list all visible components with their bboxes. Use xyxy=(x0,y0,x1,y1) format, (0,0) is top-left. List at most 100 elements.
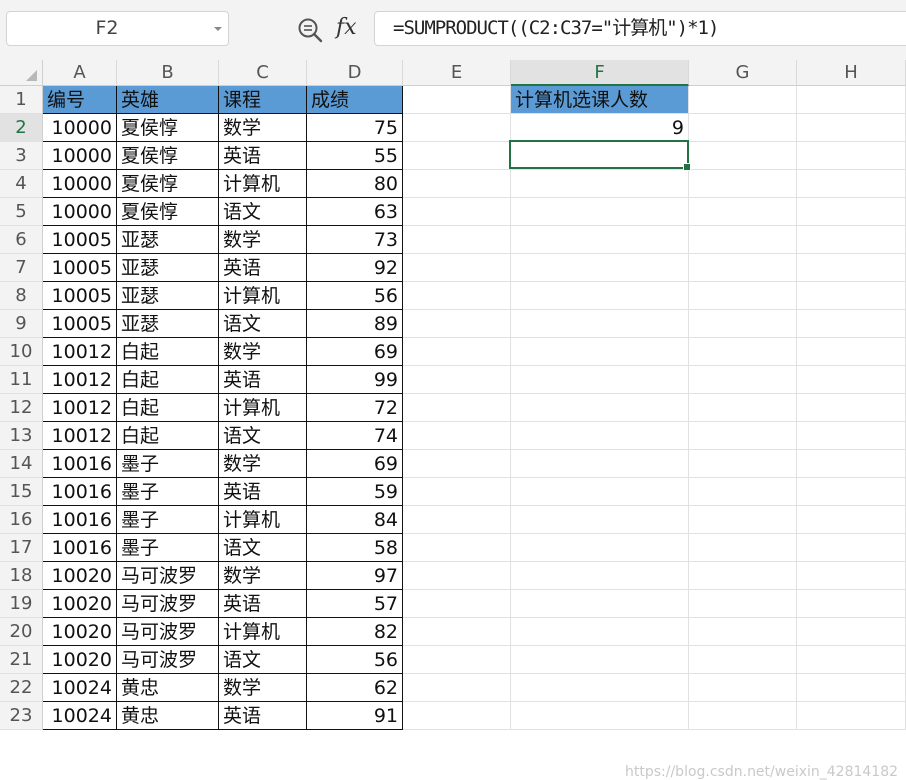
table-cell[interactable]: 84 xyxy=(307,506,403,534)
table-cell[interactable]: 语文 xyxy=(219,534,307,562)
table-cell[interactable]: 58 xyxy=(307,534,403,562)
cell-empty[interactable] xyxy=(403,590,511,618)
cell-empty[interactable] xyxy=(403,226,511,254)
cell-empty[interactable] xyxy=(797,338,906,366)
cell-empty[interactable] xyxy=(689,702,797,730)
table-cell[interactable]: 计算机 xyxy=(219,506,307,534)
cell-empty[interactable] xyxy=(511,562,689,590)
table-cell[interactable]: 56 xyxy=(307,282,403,310)
zoom-formula-icon[interactable] xyxy=(296,16,324,44)
table-cell[interactable]: 计算机 xyxy=(219,282,307,310)
cell-empty[interactable] xyxy=(689,198,797,226)
column-header-c[interactable]: C xyxy=(219,60,307,86)
table-cell[interactable]: 计算机 xyxy=(219,618,307,646)
table-cell[interactable]: 99 xyxy=(307,366,403,394)
table-cell[interactable]: 黄忠 xyxy=(117,702,219,730)
table-cell[interactable]: 夏侯惇 xyxy=(117,114,219,142)
table-cell[interactable]: 63 xyxy=(307,198,403,226)
table-cell[interactable]: 亚瑟 xyxy=(117,254,219,282)
cell-empty[interactable] xyxy=(511,618,689,646)
cell-empty[interactable] xyxy=(689,646,797,674)
table-cell[interactable]: 白起 xyxy=(117,338,219,366)
table-cell[interactable]: 55 xyxy=(307,142,403,170)
table-cell[interactable]: 亚瑟 xyxy=(117,310,219,338)
table-header-cell[interactable]: 课程 xyxy=(219,86,307,114)
cell-empty[interactable] xyxy=(797,562,906,590)
table-cell[interactable]: 10012 xyxy=(43,422,117,450)
table-cell[interactable]: 白起 xyxy=(117,366,219,394)
cell-empty[interactable] xyxy=(797,506,906,534)
table-cell[interactable]: 75 xyxy=(307,114,403,142)
table-cell[interactable]: 数学 xyxy=(219,226,307,254)
table-cell[interactable]: 英语 xyxy=(219,478,307,506)
cell-empty[interactable] xyxy=(689,534,797,562)
cell-empty[interactable] xyxy=(797,366,906,394)
cell-empty[interactable] xyxy=(403,142,511,170)
cell-empty[interactable] xyxy=(797,702,906,730)
table-cell[interactable]: 夏侯惇 xyxy=(117,170,219,198)
cell-empty[interactable] xyxy=(403,450,511,478)
table-cell[interactable]: 墨子 xyxy=(117,534,219,562)
table-cell[interactable]: 墨子 xyxy=(117,450,219,478)
table-cell[interactable]: 89 xyxy=(307,310,403,338)
table-cell[interactable]: 82 xyxy=(307,618,403,646)
cell-empty[interactable] xyxy=(511,590,689,618)
table-cell[interactable]: 英语 xyxy=(219,254,307,282)
cell-empty[interactable] xyxy=(511,226,689,254)
cell-empty[interactable] xyxy=(689,170,797,198)
cell-empty[interactable] xyxy=(511,450,689,478)
cell-empty[interactable] xyxy=(511,534,689,562)
table-cell[interactable]: 97 xyxy=(307,562,403,590)
table-cell[interactable]: 夏侯惇 xyxy=(117,142,219,170)
table-cell[interactable]: 马可波罗 xyxy=(117,618,219,646)
table-cell[interactable]: 10024 xyxy=(43,674,117,702)
table-cell[interactable]: 英语 xyxy=(219,142,307,170)
cell-empty[interactable] xyxy=(689,618,797,646)
cell-empty[interactable] xyxy=(689,338,797,366)
table-cell[interactable]: 数学 xyxy=(219,114,307,142)
table-cell[interactable]: 语文 xyxy=(219,310,307,338)
cell-empty[interactable] xyxy=(689,366,797,394)
cell-empty[interactable] xyxy=(797,170,906,198)
table-cell[interactable]: 72 xyxy=(307,394,403,422)
cell-empty[interactable] xyxy=(403,506,511,534)
cell-empty[interactable] xyxy=(511,422,689,450)
cell-empty[interactable] xyxy=(689,86,797,114)
table-cell[interactable]: 白起 xyxy=(117,422,219,450)
table-cell[interactable]: 73 xyxy=(307,226,403,254)
table-cell[interactable]: 语文 xyxy=(219,198,307,226)
table-cell[interactable]: 62 xyxy=(307,674,403,702)
cell-empty[interactable] xyxy=(797,618,906,646)
cell-empty[interactable] xyxy=(403,254,511,282)
table-cell[interactable]: 56 xyxy=(307,646,403,674)
cell-empty[interactable] xyxy=(511,254,689,282)
cell-empty[interactable] xyxy=(689,282,797,310)
table-cell[interactable]: 57 xyxy=(307,590,403,618)
column-header-b[interactable]: B xyxy=(117,60,219,86)
table-cell[interactable]: 黄忠 xyxy=(117,674,219,702)
cell-empty[interactable] xyxy=(797,226,906,254)
column-header-e[interactable]: E xyxy=(403,60,511,86)
table-cell[interactable]: 80 xyxy=(307,170,403,198)
name-box[interactable]: F2 xyxy=(6,11,229,46)
cell-empty[interactable] xyxy=(511,282,689,310)
cell-empty[interactable] xyxy=(511,198,689,226)
table-cell[interactable]: 亚瑟 xyxy=(117,226,219,254)
cell-empty[interactable] xyxy=(511,702,689,730)
cell-empty[interactable] xyxy=(403,310,511,338)
column-header-f[interactable]: F xyxy=(511,60,689,86)
cell-empty[interactable] xyxy=(403,198,511,226)
table-cell[interactable]: 夏侯惇 xyxy=(117,198,219,226)
cell-empty[interactable] xyxy=(403,114,511,142)
table-cell[interactable]: 数学 xyxy=(219,562,307,590)
column-header-a[interactable]: A xyxy=(43,60,117,86)
cell-empty[interactable] xyxy=(797,282,906,310)
cell-empty[interactable] xyxy=(797,198,906,226)
cell-empty[interactable] xyxy=(511,310,689,338)
table-cell[interactable]: 马可波罗 xyxy=(117,590,219,618)
table-cell[interactable]: 计算机 xyxy=(219,394,307,422)
cell-empty[interactable] xyxy=(689,590,797,618)
cell-empty[interactable] xyxy=(403,282,511,310)
cell-empty[interactable] xyxy=(511,170,689,198)
table-cell[interactable]: 英语 xyxy=(219,366,307,394)
